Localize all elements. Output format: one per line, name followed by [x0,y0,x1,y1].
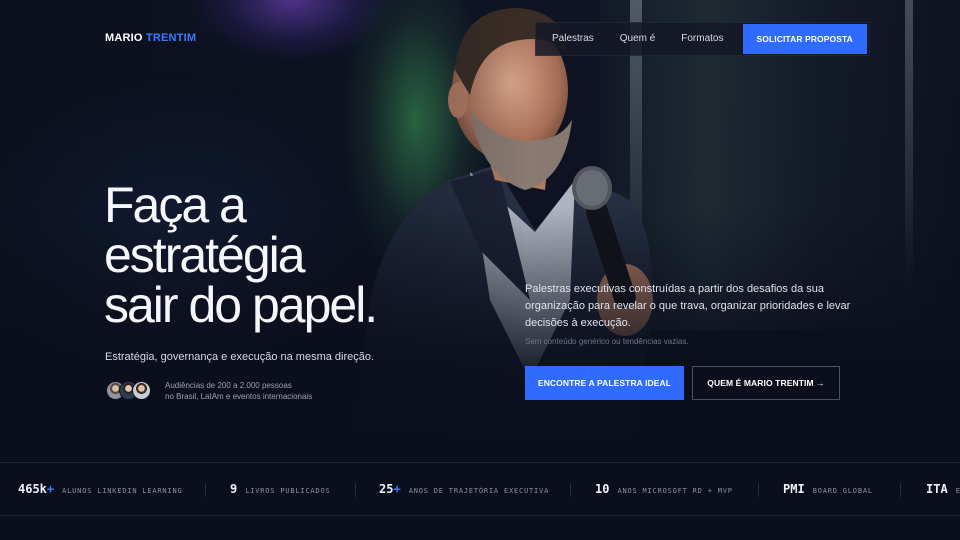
stat-suffix: + [393,482,401,496]
nav-item-quem-e[interactable]: Quem é [607,22,669,56]
stat-divider [355,483,356,497]
stat-label: ANOS DE TRAJETÓRIA EXECUTIVA [408,487,550,495]
hero-headline: Faça a estratégia sair do papel. [104,180,434,330]
headline-line: sair do papel. [104,277,378,333]
hero-description: Palestras executivas construídas a parti… [525,283,851,329]
brand-last-name: TRENTIM [145,32,197,44]
stat-value: ITA [926,482,948,496]
request-proposal-button[interactable]: SOLICITAR PROPOSTA [742,24,867,54]
stat-divider [570,483,571,497]
stats-bar: 465k + ALUNOS LINKEDIN LEARNING 9 LIVROS… [0,462,960,516]
stat-label: LIVROS PUBLICADOS [245,487,331,495]
headline-line: Faça a [104,177,247,233]
stat-value: 465k [18,482,47,496]
hero-note: Sem conteúdo genérico ou tendências vazi… [525,337,689,346]
stat-value: 9 [230,482,238,496]
stat-item: PMI BOARD GLOBAL [783,482,873,496]
stat-label: ANOS MICROSOFT RD + MVP [617,487,733,495]
stat-label: BOARD GLOBAL [812,487,873,495]
stat-item: 465k + ALUNOS LINKEDIN LEARNING [18,482,183,496]
stat-item: 9 LIVROS PUBLICADOS [230,482,330,496]
headline-line: estratégia [104,227,306,283]
brand-first-name: MARIO [105,32,143,44]
stat-value: PMI [783,482,805,496]
hero-subhead: Estratégia, governança e execução na mes… [105,351,375,363]
stat-value: 10 [595,482,610,496]
audience-line: Audiências de 200 a 2.000 pessoas [165,381,292,390]
main-nav: Palestras Quem é Formatos SOLICITAR PROP… [535,22,870,56]
stat-item: 25 + ANOS DE TRAJETÓRIA EXECUTIVA [379,482,549,496]
nav-item-palestras[interactable]: Palestras [536,22,607,56]
avatar [132,381,151,400]
audience-line: no Brasil, LatAm e eventos internacionai… [165,392,313,401]
nav-item-formatos[interactable]: Formatos [668,22,736,56]
stat-item: 10 ANOS MICROSOFT RD + MVP [595,482,733,496]
stat-suffix: + [46,482,55,496]
about-mario-button[interactable]: QUEM É MARIO TRENTIM → [692,366,840,400]
audience-info: Audiências de 200 a 2.000 pessoas no Bra… [165,380,365,402]
stat-item: ITA E [926,482,960,496]
stat-divider [205,483,206,497]
stat-divider [900,483,901,497]
stat-label: E [955,487,960,495]
audience-avatars [106,381,151,400]
brand-logo[interactable]: MARIO TRENTIM [105,32,196,44]
stat-divider [758,483,759,497]
stat-label: ALUNOS LINKEDIN LEARNING [62,487,183,495]
stat-value: 25 [379,482,394,496]
find-talk-button[interactable]: ENCONTRE A PALESTRA IDEAL [525,366,684,400]
